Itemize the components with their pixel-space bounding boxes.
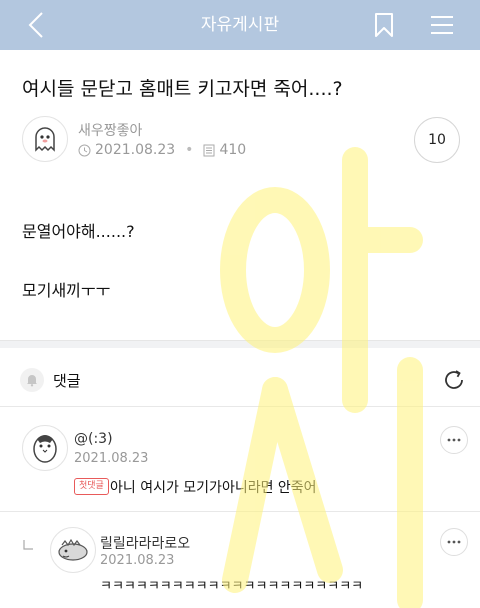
author-avatar[interactable] xyxy=(22,116,68,162)
ghost-avatar-icon xyxy=(35,127,55,152)
author-name[interactable]: 새우짱좋아 xyxy=(78,120,142,140)
dinosaur-avatar-icon xyxy=(58,538,88,561)
first-comment-badge: 첫댓글 xyxy=(74,478,109,495)
hamburger-menu-icon xyxy=(431,16,453,34)
commenter-avatar[interactable] xyxy=(22,425,68,471)
comment-text: 아니 여시가 모기가아니라면 안죽어 xyxy=(110,480,317,496)
comment-more-button[interactable] xyxy=(440,426,468,454)
comment-divider xyxy=(0,511,480,512)
comment-author[interactable]: 릴릴라라라로오 xyxy=(100,533,190,553)
comments-header: 댓글 xyxy=(0,356,480,406)
meta-separator: • xyxy=(185,142,194,158)
reply-arrow-icon xyxy=(22,536,34,555)
penguin-avatar-icon xyxy=(33,435,57,463)
comment-text: ㅋㅋㅋㅋㅋㅋㅋㅋㅋㅋㅋㅋㅋㅋㅋㅋㅋㅋㅋㅋㅋㅋ xyxy=(100,579,364,594)
post-date: 2021.08.23 xyxy=(95,142,176,158)
bookmark-icon xyxy=(375,13,393,37)
comments-label: 댓글 xyxy=(53,372,81,390)
bell-icon xyxy=(27,375,37,387)
post-views: 410 xyxy=(219,142,247,158)
post-meta: 2021.08.23 • 410 xyxy=(78,142,246,158)
commenter-avatar[interactable] xyxy=(50,527,96,573)
comment-count-button[interactable]: 10 xyxy=(414,117,460,163)
more-dots-icon xyxy=(447,540,461,544)
comment-author[interactable]: @(:3) xyxy=(74,431,113,447)
comment-date: 2021.08.23 xyxy=(74,451,149,466)
notify-button[interactable] xyxy=(20,368,44,392)
section-divider xyxy=(0,340,480,348)
comment-date: 2021.08.23 xyxy=(100,553,175,568)
menu-button[interactable] xyxy=(420,0,464,50)
post-title: 여시들 문닫고 홈매트 키고자면 죽어....? xyxy=(22,78,343,100)
more-dots-icon xyxy=(447,438,461,442)
post-body-line: 문열어야해......? xyxy=(22,222,135,241)
post-page: 자유게시판 여시들 문닫고 홈매트 키고자면 죽어....? 새우짱좋아 202… xyxy=(0,0,480,608)
refresh-icon xyxy=(445,370,463,389)
comment-more-button[interactable] xyxy=(440,528,468,556)
clock-icon xyxy=(78,144,91,156)
comments-divider xyxy=(0,406,480,407)
post-body-line: 모기새끼ㅜㅜ xyxy=(22,281,111,300)
top-bar: 자유게시판 xyxy=(0,0,480,50)
bookmark-button[interactable] xyxy=(362,0,406,50)
board-title: 자유게시판 xyxy=(200,15,280,35)
refresh-button[interactable] xyxy=(440,366,468,394)
document-icon xyxy=(203,144,215,156)
